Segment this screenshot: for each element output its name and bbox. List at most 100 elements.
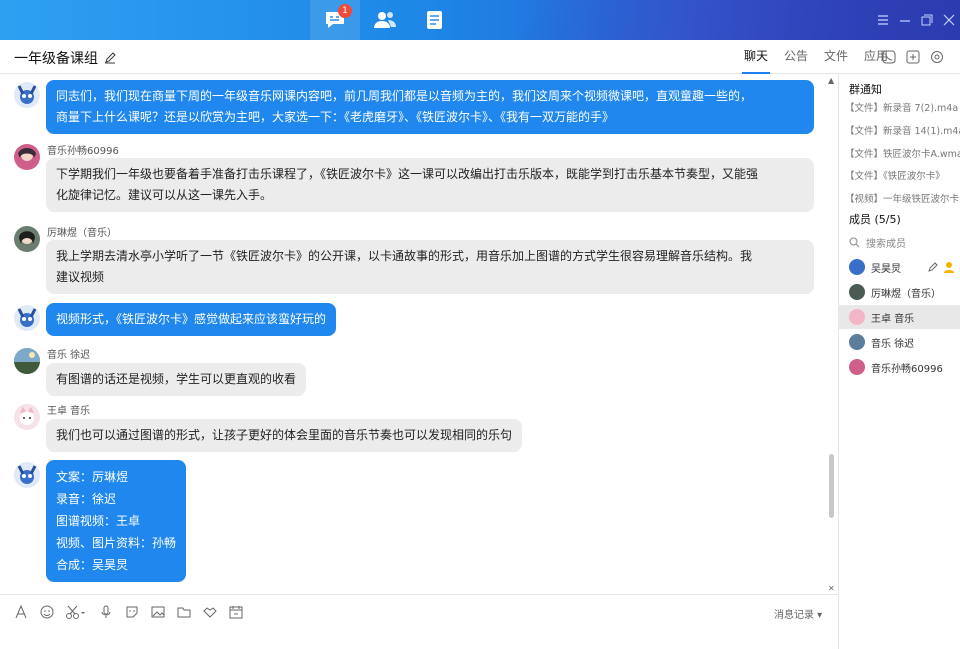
member-item[interactable]: 吴昊炅	[839, 255, 960, 279]
sender-name: 厉琳煜（音乐）	[47, 228, 117, 239]
tab-files[interactable]: 文件	[816, 40, 856, 74]
member-name: 音乐孙畅60996	[871, 363, 943, 375]
avatar[interactable]	[14, 226, 40, 252]
sender-name: 音乐孙畅60996	[47, 146, 119, 157]
search-icon	[849, 237, 860, 248]
avatar[interactable]	[14, 305, 40, 331]
edit-icon[interactable]	[928, 261, 939, 272]
notice-title: 群通知	[849, 83, 882, 96]
owner-icon	[944, 262, 954, 273]
message-line: 同志们，我们现在商量下周的一年级音乐网课内容吧，前几周我们都是以音频为主的，我们…	[56, 89, 753, 103]
scissors-icon[interactable]	[64, 603, 88, 620]
group-side-panel: 群通知 【文件】新录音 7(2).m4a 【文件】新录音 14(1).m4a 【…	[838, 74, 960, 649]
menu-icon[interactable]	[872, 0, 894, 40]
calendar-icon[interactable]	[227, 603, 244, 620]
message-line: 图谱视频：王卓	[56, 514, 141, 528]
notice-item[interactable]: 【文件】新录音 14(1).m4a	[845, 123, 960, 137]
avatar	[849, 259, 865, 275]
message-line: 文案：厉琳煜	[56, 470, 129, 484]
unread-badge: 1	[338, 4, 352, 18]
tab-chat[interactable]: 聊天	[736, 40, 776, 74]
message-bubble: 我上学期去清水亭小学听了一节《铁匠波尔卡》的公开课，以卡通故事的形式，用音乐加上…	[46, 240, 814, 294]
notice-item[interactable]: 【文件】《铁匠波尔卡》	[845, 168, 960, 182]
member-search[interactable]: 搜索成员	[849, 235, 906, 250]
member-name: 音乐 徐迟	[871, 338, 915, 350]
member-name: 吴昊炅	[871, 263, 901, 275]
message-line: 我上学期去清水亭小学听了一节《铁匠波尔卡》的公开课，以卡通故事的形式，用音乐加上…	[56, 249, 753, 263]
member-actions	[928, 261, 960, 273]
avatar	[849, 284, 865, 300]
chat-header: 一年级备课组 聊天 公告 文件 应用	[0, 40, 960, 74]
avatar	[849, 359, 865, 375]
message-list[interactable]: 同志们，我们现在商量下周的一年级音乐网课内容吧，前几周我们都是以音频为主的，我们…	[0, 74, 838, 594]
member-item[interactable]: 音乐孙畅60996	[839, 355, 960, 379]
avatar[interactable]	[14, 82, 40, 108]
add-member-icon[interactable]	[904, 48, 922, 66]
avatar[interactable]	[14, 144, 40, 170]
composer-toolbar	[12, 603, 244, 620]
message-line: 我们也可以通过图谱的形式，让孩子更好的体会里面的音乐节奏也可以发现相同的乐句	[56, 428, 513, 442]
mic-icon[interactable]	[97, 603, 114, 620]
title-bar: 1	[0, 0, 960, 40]
message-line: 合成：吴昊炅	[56, 558, 129, 572]
notice-item[interactable]: 【视频】一年级铁匠波尔卡	[845, 191, 960, 205]
font-icon[interactable]	[12, 603, 29, 620]
notice-item[interactable]: 【文件】新录音 7(2).m4a	[845, 100, 960, 114]
message-line: 商量下上什么课呢？还是以欣赏为主吧，大家选一下：《老虎磨牙》、《铁匠波尔卡》、《…	[56, 110, 615, 124]
handshake-icon[interactable]	[201, 603, 218, 620]
message-bubble: 同志们，我们现在商量下周的一年级音乐网课内容吧，前几周我们都是以音频为主的，我们…	[46, 80, 814, 134]
message-line: 有图谱的话还是视频，学生可以更直观的收看	[56, 372, 297, 386]
member-item[interactable]: 厉琳煜（音乐）	[839, 280, 960, 304]
close-icon[interactable]	[938, 0, 960, 40]
scroll-up-arrow[interactable]: ▲	[828, 76, 834, 85]
message-bubble: 文案：厉琳煜 录音：徐迟 图谱视频：王卓 视频、图片资料：孙畅 合成：吴昊炅	[46, 460, 187, 582]
avatar[interactable]	[14, 462, 40, 488]
message-line: 视频、图片资料：孙畅	[56, 536, 177, 550]
folder-icon[interactable]	[175, 603, 192, 620]
member-item[interactable]: 王卓 音乐	[839, 305, 960, 329]
avatar[interactable]	[14, 348, 40, 374]
nav-contacts-button[interactable]	[360, 0, 410, 40]
image-icon[interactable]	[149, 603, 166, 620]
nav-chat-button[interactable]: 1	[310, 0, 360, 40]
settings-icon[interactable]	[928, 48, 946, 66]
member-search-placeholder: 搜索成员	[866, 239, 906, 250]
message-bubble: 下学期我们一年级也要备着手准备打击乐课程了，《铁匠波尔卡》这一课可以改编出打击乐…	[46, 158, 814, 212]
message-history-button[interactable]: 消息记录 ▾	[774, 606, 822, 621]
group-title: 一年级备课组	[14, 48, 116, 68]
scrollbar-thumb[interactable]	[829, 454, 834, 518]
restore-icon[interactable]	[916, 0, 938, 40]
header-actions	[880, 48, 946, 66]
sticker-icon[interactable]	[123, 603, 140, 620]
message-line: 建议视频	[56, 270, 105, 284]
member-name: 王卓 音乐	[871, 313, 915, 325]
message-bubble: 有图谱的话还是视频，学生可以更直观的收看	[46, 363, 307, 396]
nav-docs-button[interactable]	[410, 0, 460, 40]
chat-tabs: 聊天 公告 文件 应用	[736, 40, 896, 74]
message-line: 录音：徐迟	[56, 492, 117, 506]
group-name: 一年级备课组	[14, 51, 98, 67]
message-line: 视频形式，《铁匠波尔卡》感觉做起来应该蛮好玩的	[56, 312, 327, 326]
main-nav: 1	[310, 0, 460, 40]
message-line: 下学期我们一年级也要备着手准备打击乐课程了，《铁匠波尔卡》这一课可以改编出打击乐…	[56, 167, 759, 181]
edit-icon[interactable]	[104, 52, 116, 64]
avatar	[849, 334, 865, 350]
avatar	[849, 309, 865, 325]
message-line: 化旋律记忆。建议可以从这一课先入手。	[56, 188, 273, 202]
emoji-icon[interactable]	[38, 603, 55, 620]
member-item[interactable]: 音乐 徐迟	[839, 330, 960, 354]
window-controls	[872, 0, 960, 40]
message-bubble: 视频形式，《铁匠波尔卡》感觉做起来应该蛮好玩的	[46, 303, 337, 336]
sender-name: 音乐 徐迟	[47, 350, 91, 361]
member-name: 厉琳煜（音乐）	[871, 288, 941, 300]
tab-announcement[interactable]: 公告	[776, 40, 816, 74]
avatar[interactable]	[14, 404, 40, 430]
docs-icon	[427, 11, 442, 29]
composer: 消息记录 ▾	[0, 594, 838, 649]
message-bubble: 我们也可以通过图谱的形式，让孩子更好的体会里面的音乐节奏也可以发现相同的乐句	[46, 419, 523, 452]
notice-item[interactable]: 【文件】铁匠波尔卡A.wma	[845, 146, 960, 160]
phone-icon[interactable]	[880, 48, 898, 66]
contacts-icon	[374, 12, 396, 28]
scroll-down-arrow[interactable]: ✕	[828, 584, 835, 593]
minimize-icon[interactable]	[894, 0, 916, 40]
